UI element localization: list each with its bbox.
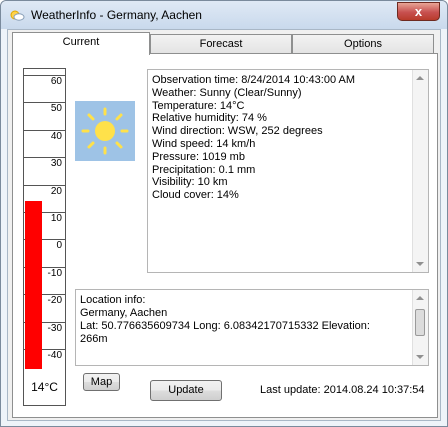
current-tab-panel: 60 50 40 30 20 10 0 -10 -20 -30 -40 14°C Observat [12,53,438,418]
observation-line: Relative humidity: 74 % [152,112,267,125]
observation-line: Cloud cover: 14% [152,189,239,202]
observation-line: Visibility: 10 km [152,176,228,189]
thermometer-tick-label: 20 [50,185,62,197]
tab-options[interactable]: Options [292,34,434,54]
observation-line: Precipitation: 0.1 mm [152,163,256,176]
observation-line: Wind speed: 14 km/h [152,138,256,150]
tab-strip: Current Forecast Options [12,32,438,55]
scroll-up-icon[interactable] [416,76,424,80]
title-bar[interactable]: WeatherInfo - Germany, Aachen x [1,1,447,29]
client-area: Current Forecast Options 60 50 40 30 20 10 0 -1… [7,29,441,421]
thermometer-value: 14°C [31,380,58,394]
thermometer: 60 50 40 30 20 10 0 -10 -20 -30 -40 14°C [23,68,66,406]
window-title: WeatherInfo - Germany, Aachen [31,8,202,22]
update-button[interactable]: Update [150,380,222,401]
observation-scrollbar[interactable] [412,70,428,272]
scroll-thumb[interactable] [415,309,425,336]
location-textbox[interactable]: Location info: Germany, Aachen Lat: 50.7… [75,289,429,366]
scroll-up-icon[interactable] [416,296,424,300]
map-button[interactable]: Map [83,373,120,391]
scroll-down-icon[interactable] [416,355,424,359]
thermometer-mercury [25,201,42,369]
close-button[interactable]: x [397,2,440,21]
tab-forecast[interactable]: Forecast [150,34,292,54]
scroll-down-icon[interactable] [416,262,424,266]
thermometer-tick-label: 50 [50,103,62,115]
observation-line: Temperature: 14°C [152,99,245,112]
location-scrollbar[interactable] [412,290,428,365]
tab-current[interactable]: Current [12,32,150,55]
thermometer-tick-label: -40 [47,350,62,361]
observation-line: Observation time: 8/24/2014 10:43:00 AM [152,74,356,86]
weather-app-icon [10,10,25,21]
thermometer-tick-label: 0 [56,240,62,252]
observation-textbox[interactable]: Observation time: 8/24/2014 10:43:00 AM W… [147,69,429,273]
location-name: Germany, Aachen [80,307,168,319]
thermometer-scale: 60 50 40 30 20 10 0 -10 -20 -30 -40 [24,69,65,374]
thermometer-tick-label: -10 [47,267,62,279]
thermometer-tick-label: 30 [50,158,62,170]
location-heading: Location info: [80,294,146,306]
location-coordinates: Lat: 50.776635609734 Long: 6.08342170715… [80,320,370,332]
last-update-label: Last update: 2014.08.24 10:37:54 [260,384,425,396]
observation-line: Weather: Sunny (Clear/Sunny) [152,86,302,99]
location-elevation: 266m [80,333,108,345]
thermometer-tick-label: -20 [47,295,62,307]
thermometer-tick-label: 60 [50,76,62,87]
thermometer-tick-label: 10 [50,213,62,224]
thermometer-tick-label: 40 [50,130,62,142]
sunny-icon [75,101,135,161]
close-icon: x [414,4,423,19]
app-window: WeatherInfo - Germany, Aachen x Current … [0,0,448,427]
observation-line: Pressure: 1019 mb [152,150,245,163]
thermometer-tick-label: -30 [47,322,62,334]
observation-line: Wind direction: WSW, 252 degrees [152,125,323,138]
